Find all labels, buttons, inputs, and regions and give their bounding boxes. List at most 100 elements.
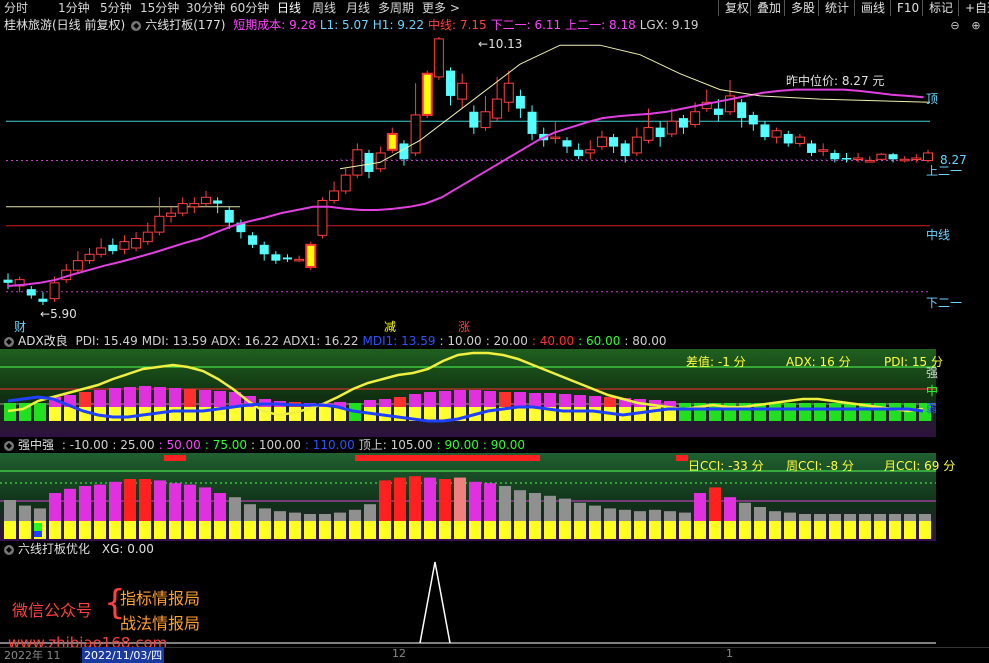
up-candle bbox=[457, 82, 468, 100]
strength-bar-base bbox=[679, 521, 691, 539]
multi-stock-button[interactable]: 多股 bbox=[784, 0, 821, 16]
tab-30min[interactable]: 30分钟 bbox=[186, 0, 225, 16]
tab-60min[interactable]: 60分钟 bbox=[230, 0, 269, 16]
down-candle bbox=[38, 298, 48, 302]
signal-title[interactable]: 六线打板优化 bbox=[18, 542, 90, 556]
strength-bar bbox=[244, 504, 256, 521]
down-candle bbox=[259, 244, 269, 255]
down-candle bbox=[678, 118, 688, 128]
toolbar: 分时 1分钟 5分钟 15分钟 30分钟 60分钟 日线 周线 月线 多周期 更… bbox=[0, 0, 989, 17]
adx-bar bbox=[769, 403, 781, 421]
adx-bar bbox=[109, 407, 121, 421]
strength-bar-base bbox=[724, 521, 736, 539]
up-candle bbox=[189, 203, 200, 208]
zoom-out-icon[interactable]: ⊖ bbox=[945, 18, 965, 34]
up-candle bbox=[317, 199, 328, 236]
adx-settings-icon[interactable]: ◆ bbox=[4, 336, 14, 347]
strength-bar-base bbox=[709, 521, 721, 539]
adx-bar-top bbox=[484, 391, 496, 407]
strength-bar bbox=[664, 511, 676, 521]
strength-bar bbox=[394, 477, 406, 521]
adx-bar bbox=[244, 407, 256, 421]
down-candle bbox=[271, 254, 281, 261]
draw-line-button[interactable]: 画线 bbox=[854, 0, 891, 16]
adx-bar bbox=[679, 403, 691, 421]
up-candle bbox=[794, 136, 805, 144]
strength-bar bbox=[769, 511, 781, 521]
strength-bar bbox=[274, 511, 286, 521]
up-candle bbox=[503, 82, 514, 103]
weak-label: 弱 bbox=[926, 402, 937, 415]
overlay-button[interactable]: 叠加 bbox=[750, 0, 787, 16]
down-candle bbox=[783, 133, 793, 144]
tab-daily[interactable]: 日线 bbox=[277, 0, 301, 16]
adx-bar-top bbox=[499, 392, 511, 407]
adx-bar bbox=[49, 407, 61, 421]
up-candle bbox=[596, 136, 607, 148]
adx-bar-top bbox=[154, 387, 166, 407]
adx-value-9: : 80.00 bbox=[624, 334, 667, 348]
strength-bar bbox=[19, 505, 31, 521]
strength-bar bbox=[154, 480, 166, 521]
adx-diff-label: 差值: -1 分 bbox=[686, 355, 746, 369]
settings-icon[interactable]: ◆ bbox=[131, 20, 142, 31]
up-candle bbox=[200, 196, 211, 205]
strength-bar bbox=[289, 512, 301, 521]
strength-bar-base bbox=[904, 521, 916, 539]
tab-monthly[interactable]: 月线 bbox=[346, 0, 370, 16]
adx-bar bbox=[424, 407, 436, 421]
stats-button[interactable]: 统计 bbox=[818, 0, 855, 16]
adx-title[interactable]: ADX改良 bbox=[18, 334, 68, 348]
limit-up-candle bbox=[421, 72, 433, 116]
strength-bar bbox=[334, 512, 346, 521]
tab-1min[interactable]: 1分钟 bbox=[58, 0, 90, 16]
adx-bar-top bbox=[184, 389, 196, 407]
adx-value-0: PDI: 15.49 bbox=[75, 334, 138, 348]
strength-title[interactable]: 强中强 bbox=[18, 438, 54, 452]
adx-bar-top bbox=[214, 391, 226, 407]
tab-fenshi[interactable]: 分时 bbox=[4, 0, 28, 16]
signal-settings-icon[interactable]: ◆ bbox=[4, 544, 14, 555]
strength-bar-base bbox=[349, 521, 361, 539]
down-candle bbox=[620, 143, 630, 157]
adx-bar bbox=[514, 407, 526, 421]
tab-more[interactable]: 更多 > bbox=[422, 0, 460, 16]
add-watchlist-button[interactable]: +自选 bbox=[958, 0, 989, 16]
mark-button[interactable]: 标记 bbox=[922, 0, 959, 16]
strength-bar bbox=[619, 509, 631, 521]
strength-bar-base bbox=[274, 521, 286, 539]
down-candle bbox=[737, 102, 747, 119]
tab-multi-period[interactable]: 多周期 bbox=[378, 0, 414, 16]
tab-weekly[interactable]: 周线 bbox=[312, 0, 336, 16]
adx-bar bbox=[784, 403, 796, 421]
strength-bar-base bbox=[394, 521, 406, 539]
strength-bar bbox=[589, 505, 601, 521]
down-candle bbox=[364, 152, 374, 172]
down-candle bbox=[609, 137, 619, 147]
strength-settings-icon[interactable]: ◆ bbox=[4, 440, 14, 451]
high-price-label: ←10.13 bbox=[478, 37, 523, 51]
strength-bar-base bbox=[154, 521, 166, 539]
adx-value-1: MDI: 13.59 bbox=[141, 334, 208, 348]
xg-spike bbox=[419, 561, 451, 644]
strength-bar bbox=[229, 497, 241, 521]
up-candle bbox=[480, 111, 491, 129]
tab-15min[interactable]: 15分钟 bbox=[140, 0, 179, 16]
main-value-0: 短期成本: 9.28 bbox=[233, 18, 316, 32]
strength-value-4: : 100.00 bbox=[251, 438, 301, 452]
strength-bar bbox=[529, 493, 541, 521]
indicator-name[interactable]: 六线打板(177) bbox=[145, 18, 225, 32]
adx-bar bbox=[574, 407, 586, 421]
zoom-in-icon[interactable]: ⊕ bbox=[966, 18, 986, 34]
adx-bar-top bbox=[469, 390, 481, 407]
watermark-account: 微信公众号 bbox=[12, 601, 93, 620]
f10-button[interactable]: F10 bbox=[890, 0, 925, 16]
strength-bar-base bbox=[859, 521, 871, 539]
up-candle bbox=[84, 253, 95, 262]
down-candle bbox=[888, 154, 898, 160]
marker-blue bbox=[34, 531, 42, 537]
adx-value-2: ADX: 16.22 bbox=[211, 334, 279, 348]
down-candle bbox=[713, 108, 723, 115]
up-candle bbox=[818, 149, 829, 152]
tab-5min[interactable]: 5分钟 bbox=[100, 0, 132, 16]
